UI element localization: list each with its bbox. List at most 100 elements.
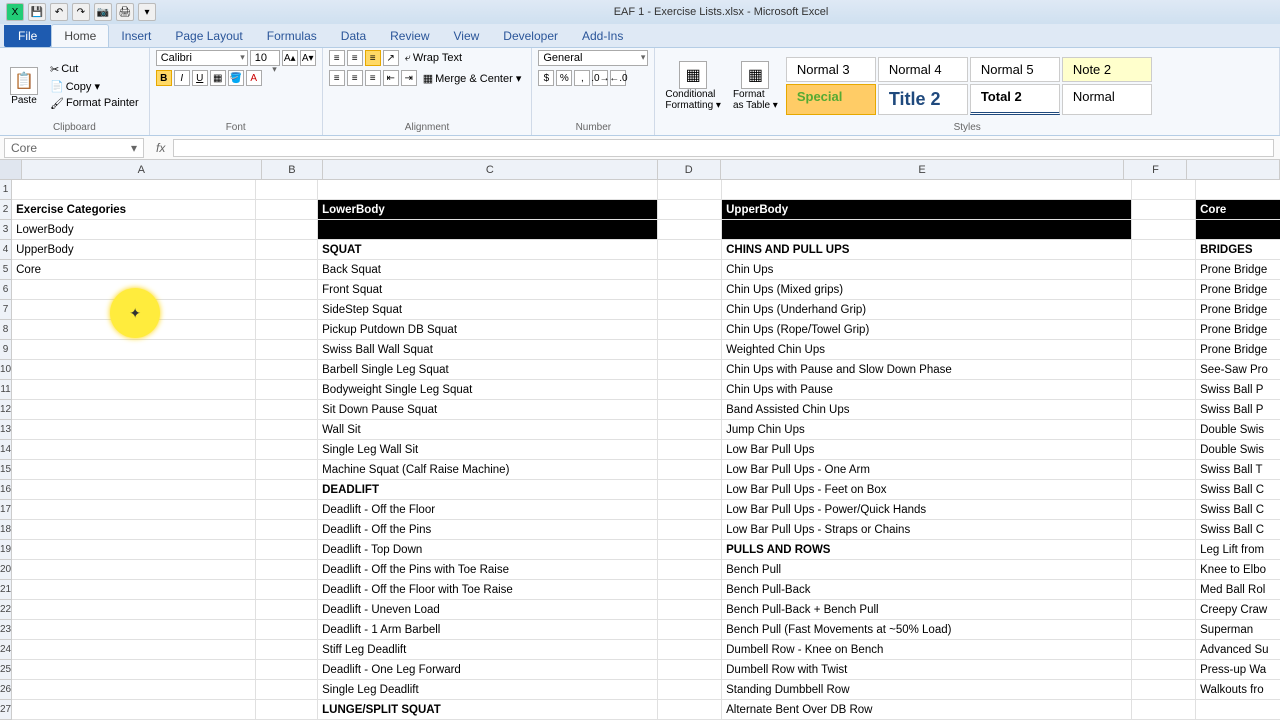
cell[interactable] [1132,700,1196,720]
cell[interactable] [256,360,318,380]
cell[interactable] [1132,680,1196,700]
cell[interactable] [658,500,722,520]
cell[interactable]: Single Leg Wall Sit [318,440,658,460]
tab-file[interactable]: File [4,25,51,47]
cell[interactable] [658,420,722,440]
border-button[interactable]: ▦ [210,70,226,86]
style-box[interactable]: Title 2 [878,84,968,115]
copy-button[interactable]: 📄Copy ▾ [46,79,143,94]
cell[interactable]: Bench Pull-Back + Bench Pull [722,600,1132,620]
cell[interactable]: UpperBody [12,240,256,260]
cell[interactable]: Chin Ups (Rope/Towel Grip) [722,320,1132,340]
cell[interactable] [12,520,256,540]
cell[interactable]: Bodyweight Single Leg Squat [318,380,658,400]
cell[interactable] [1132,220,1196,240]
style-box[interactable]: Normal 3 [786,57,876,82]
cell[interactable]: Prone Bridge [1196,320,1280,340]
cell[interactable] [256,380,318,400]
cell[interactable] [1132,640,1196,660]
col-head-b[interactable]: B [262,160,323,179]
merge-center-button[interactable]: ▦Merge & Center ▾ [419,70,526,86]
cell[interactable]: Single Leg Deadlift [318,680,658,700]
align-left-icon[interactable]: ≡ [329,70,345,86]
cell[interactable] [256,220,318,240]
cut-button[interactable]: ✂Cut [46,62,143,77]
cell[interactable]: Deadlift - Off the Pins with Toe Raise [318,560,658,580]
cell[interactable] [658,320,722,340]
cell[interactable] [658,580,722,600]
cell[interactable] [256,680,318,700]
cell[interactable]: Low Bar Pull Ups - One Arm [722,460,1132,480]
cell[interactable]: Jump Chin Ups [722,420,1132,440]
cell[interactable]: BRIDGES [1196,240,1280,260]
cell[interactable] [1132,340,1196,360]
cell[interactable] [1132,620,1196,640]
cell[interactable]: Chin Ups with Pause and Slow Down Phase [722,360,1132,380]
style-box[interactable]: Special [786,84,876,115]
cell[interactable]: Chin Ups (Mixed grips) [722,280,1132,300]
row-head[interactable]: 27 [0,700,12,720]
cell[interactable] [658,220,722,240]
cell[interactable] [1132,440,1196,460]
cell[interactable]: Core [12,260,256,280]
cell[interactable] [256,620,318,640]
cell[interactable] [12,500,256,520]
cell[interactable]: Double Swis [1196,440,1280,460]
cell[interactable]: Advanced Su [1196,640,1280,660]
cell[interactable] [256,340,318,360]
style-box[interactable]: Total 2 [970,84,1060,115]
style-box[interactable]: Normal 4 [878,57,968,82]
cell[interactable]: Prone Bridge [1196,260,1280,280]
cell[interactable] [1132,240,1196,260]
cell[interactable] [12,480,256,500]
cell[interactable] [658,440,722,460]
cell[interactable]: Bench Pull (Fast Movements at ~50% Load) [722,620,1132,640]
row-head[interactable]: 10 [0,360,12,380]
cell[interactable]: Low Bar Pull Ups - Power/Quick Hands [722,500,1132,520]
cell[interactable]: Chin Ups [722,260,1132,280]
cell[interactable] [12,540,256,560]
cell[interactable] [1132,500,1196,520]
cell[interactable] [658,240,722,260]
row-head[interactable]: 22 [0,600,12,620]
align-middle-icon[interactable]: ≡ [347,50,363,66]
font-name-select[interactable]: Calibri [156,50,248,66]
cell[interactable] [12,600,256,620]
grow-font-icon[interactable]: A▴ [282,50,298,66]
cell[interactable] [256,480,318,500]
cell[interactable]: Deadlift - Off the Pins [318,520,658,540]
cell[interactable] [658,620,722,640]
cell[interactable] [1132,280,1196,300]
cell[interactable] [1132,560,1196,580]
cell[interactable] [1132,420,1196,440]
col-head-g[interactable] [1187,160,1280,179]
cell[interactable]: Wall Sit [318,420,658,440]
cell[interactable] [722,220,1132,240]
cell[interactable] [256,460,318,480]
cell[interactable]: SideStep Squat [318,300,658,320]
cell[interactable] [658,300,722,320]
cell[interactable] [256,540,318,560]
cell[interactable]: Low Bar Pull Ups - Straps or Chains [722,520,1132,540]
cell[interactable] [658,260,722,280]
cell[interactable]: Chin Ups (Underhand Grip) [722,300,1132,320]
cell[interactable]: Low Bar Pull Ups [722,440,1132,460]
cell[interactable] [256,280,318,300]
row-head[interactable]: 13 [0,420,12,440]
cell[interactable]: Double Swis [1196,420,1280,440]
cell[interactable]: Knee to Elbo [1196,560,1280,580]
row-head[interactable]: 16 [0,480,12,500]
cell[interactable] [12,180,256,200]
align-right-icon[interactable]: ≡ [365,70,381,86]
cell[interactable] [722,180,1132,200]
camera-icon[interactable]: 📷 [94,3,112,21]
cell[interactable] [12,360,256,380]
tab-formulas[interactable]: Formulas [255,25,329,47]
cell[interactable]: DEADLIFT [318,480,658,500]
cell[interactable] [256,580,318,600]
cell[interactable] [658,700,722,720]
cell[interactable]: Superman [1196,620,1280,640]
style-box[interactable]: Normal [1062,84,1152,115]
cell[interactable]: Deadlift - Uneven Load [318,600,658,620]
cell[interactable]: See-Saw Pro [1196,360,1280,380]
